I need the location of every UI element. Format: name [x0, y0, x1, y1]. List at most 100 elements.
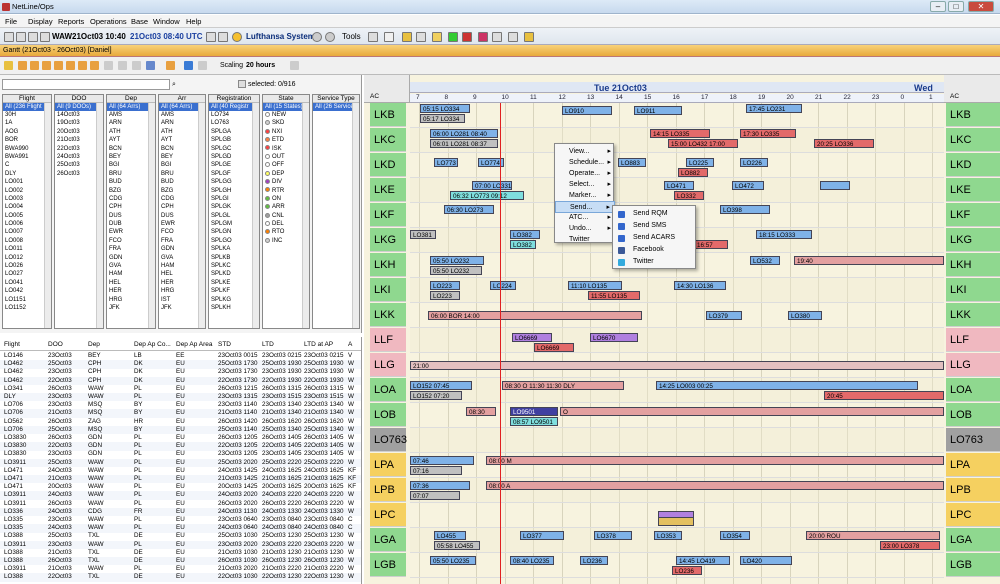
- flight-bar[interactable]: 14:30 LO136: [674, 281, 726, 290]
- flight-bar[interactable]: 23:00 LO378: [880, 541, 940, 550]
- flight-bar[interactable]: 06:30 LO273: [444, 205, 494, 214]
- flight-bar[interactable]: 05:15 LO334: [420, 104, 470, 113]
- table-row[interactable]: LO388 26Oct03 TXL DE EU 26Oct03 1030 26Oct03 1…: [0, 557, 361, 566]
- table-header-5[interactable]: STD: [218, 341, 231, 348]
- aircraft-label-lkd[interactable]: LKD: [370, 153, 406, 177]
- flight-bar[interactable]: LO152 07:45: [410, 381, 472, 390]
- toolbar-icon[interactable]: [478, 32, 488, 42]
- scrollbar[interactable]: [302, 103, 309, 328]
- aircraft-label-lki[interactable]: LKI: [946, 278, 1000, 302]
- flight-bar[interactable]: 08:00 A: [486, 481, 944, 490]
- table-header-6[interactable]: LTD: [262, 341, 274, 348]
- toolbar-icon[interactable]: [368, 32, 378, 42]
- flight-bar[interactable]: 06:00 LO281 08:40: [430, 129, 498, 138]
- toolbar-icon[interactable]: [146, 61, 155, 70]
- flight-bar[interactable]: LO377: [520, 531, 564, 540]
- flight-bar[interactable]: 06:32 LO773 09:12: [450, 191, 524, 200]
- toolbar-icon[interactable]: [508, 32, 518, 42]
- table-row[interactable]: LO3830 26Oct03 GDN PL EU 26Oct03 1205 26Oct03 …: [0, 434, 361, 442]
- aircraft-label-lob[interactable]: LOB: [946, 403, 1000, 427]
- table-row[interactable]: LO388 21Oct03 TXL DE EU 21Oct03 1030 21Oct03 1…: [0, 549, 361, 557]
- toolbar-icon[interactable]: [198, 61, 207, 70]
- flight-bar[interactable]: 18:15 LO333: [756, 230, 812, 239]
- aircraft-label-llf[interactable]: LLF: [946, 328, 1000, 352]
- filter-icon[interactable]: [184, 61, 193, 70]
- flight-bar[interactable]: LO773: [434, 158, 458, 167]
- flight-bar[interactable]: 05:58 LO455: [434, 541, 480, 550]
- play-icon[interactable]: [54, 61, 63, 70]
- flight-bar[interactable]: 07:36: [410, 481, 470, 490]
- filter-column-header[interactable]: Dep: [107, 95, 155, 103]
- flight-bar[interactable]: 07:16: [410, 466, 462, 475]
- tools-menu[interactable]: Tools: [342, 32, 361, 41]
- toolbar-icon[interactable]: [402, 32, 412, 42]
- flight-bar[interactable]: 07:07: [410, 491, 460, 500]
- flight-bar[interactable]: O: [560, 407, 944, 416]
- toolbar-icon[interactable]: [118, 61, 127, 70]
- excel-icon[interactable]: [448, 32, 458, 42]
- print-icon[interactable]: [290, 61, 299, 70]
- table-header-7[interactable]: LTD at AP: [304, 341, 333, 348]
- aircraft-label-lpb[interactable]: LPB: [946, 478, 1000, 502]
- table-row[interactable]: LO706 21Oct03 MSQ BY EU 21Oct03 1140 21Oct03 1…: [0, 409, 361, 418]
- aircraft-label-lo763[interactable]: LO763: [946, 428, 1000, 452]
- flight-bar[interactable]: 17:30 LO335: [740, 129, 796, 138]
- table-row[interactable]: LO335 24Oct03 WAW PL EU 24Oct03 0640 24Oct03 0…: [0, 524, 361, 533]
- prev-page-icon[interactable]: [30, 61, 39, 70]
- flight-bar[interactable]: LO398: [720, 205, 770, 214]
- flight-bar[interactable]: 08:40 LO235: [510, 556, 554, 565]
- maximize-button[interactable]: □: [948, 1, 964, 12]
- table-header-8[interactable]: A: [348, 341, 352, 348]
- table-header-3[interactable]: Dep Ap Co...: [134, 341, 171, 348]
- toolbar-icon[interactable]: [166, 61, 175, 70]
- scrollbar[interactable]: [198, 103, 205, 328]
- flight-bar[interactable]: 07:46: [410, 456, 474, 465]
- flight-bar[interactable]: 17:45 LO231: [746, 104, 802, 113]
- table-row[interactable]: LO462 22Oct03 CPH DK EU 22Oct03 1730 22Oct03 1…: [0, 376, 361, 385]
- table-row[interactable]: LO3911 24Oct03 WAW PL EU 24Oct03 2020 24Oct03 …: [0, 491, 361, 500]
- app-menu-icon[interactable]: [4, 32, 14, 42]
- aircraft-label-lkb[interactable]: LKB: [946, 103, 1000, 127]
- flight-bar[interactable]: [658, 517, 694, 526]
- toolbar-icon[interactable]: [132, 61, 141, 70]
- flight-bar[interactable]: 15:00 LO432 17:00: [668, 139, 738, 148]
- flight-bar[interactable]: LO883: [618, 158, 646, 167]
- toolbar-icon[interactable]: [104, 61, 113, 70]
- aircraft-label-lkd[interactable]: LKD: [946, 153, 1000, 177]
- toolbar-icon[interactable]: [238, 80, 246, 88]
- flight-bar[interactable]: 06:01 LO281 08:37: [430, 139, 498, 148]
- next-icon[interactable]: [66, 61, 75, 70]
- aircraft-label-lo763[interactable]: LO763: [370, 428, 407, 452]
- table-header-1[interactable]: DOO: [48, 341, 63, 348]
- aircraft-label-lkf[interactable]: LKF: [946, 203, 1000, 227]
- toolbar-icon[interactable]: [416, 32, 426, 42]
- send-menu-item[interactable]: Send RQM: [613, 208, 697, 220]
- flight-bar[interactable]: 11:10 LO135: [568, 281, 622, 290]
- flight-bar[interactable]: 08:30: [466, 407, 496, 416]
- flight-bar[interactable]: LO882: [678, 168, 708, 177]
- flight-bar[interactable]: 20:25 LO336: [814, 139, 874, 148]
- flight-bar[interactable]: LO911: [634, 106, 682, 115]
- filter-column-header[interactable]: Service Type: [313, 95, 359, 103]
- flight-bar[interactable]: 05:17 LO334: [420, 114, 465, 123]
- menu-operations[interactable]: Operations: [90, 17, 127, 26]
- flight-bar[interactable]: 08:00 M: [486, 456, 944, 465]
- flight-bar[interactable]: LO6669: [512, 333, 552, 342]
- table-row[interactable]: LO3911 23Oct03 WAW PL EU 23Oct03 2020 23Oct03 …: [0, 540, 361, 549]
- scrollbar[interactable]: [252, 103, 259, 328]
- table-row[interactable]: LO146 23Oct03 BEY LB EE 23Oct03 0015 23Oct03 0…: [0, 352, 361, 360]
- aircraft-label-lkc[interactable]: LKC: [946, 128, 1000, 152]
- flight-bar[interactable]: LO353: [654, 531, 682, 540]
- context-menu-item[interactable]: Twitter: [555, 234, 615, 246]
- aircraft-label-lgb[interactable]: LGB: [370, 553, 406, 577]
- flight-bar[interactable]: 20:00 ROU: [806, 531, 940, 540]
- table-row[interactable]: LO471 20Oct03 WAW PL EU 20Oct03 1425 20Oct03 1…: [0, 483, 361, 491]
- aircraft-label-loa[interactable]: LOA: [946, 378, 1000, 402]
- search-input[interactable]: [2, 79, 170, 90]
- minimize-button[interactable]: –: [930, 1, 946, 12]
- scrollbar[interactable]: [352, 103, 359, 328]
- table-row[interactable]: LO3911 21Oct03 WAW PL EU 21Oct03 2020 21Oct03 …: [0, 565, 361, 573]
- filter-column-header[interactable]: Registration: [209, 95, 259, 103]
- flight-bar[interactable]: 07:00 LO331: [472, 181, 512, 190]
- table-row[interactable]: LO562 26Oct03 ZAG HR EU 26Oct03 1420 26Oct03 1…: [0, 418, 361, 426]
